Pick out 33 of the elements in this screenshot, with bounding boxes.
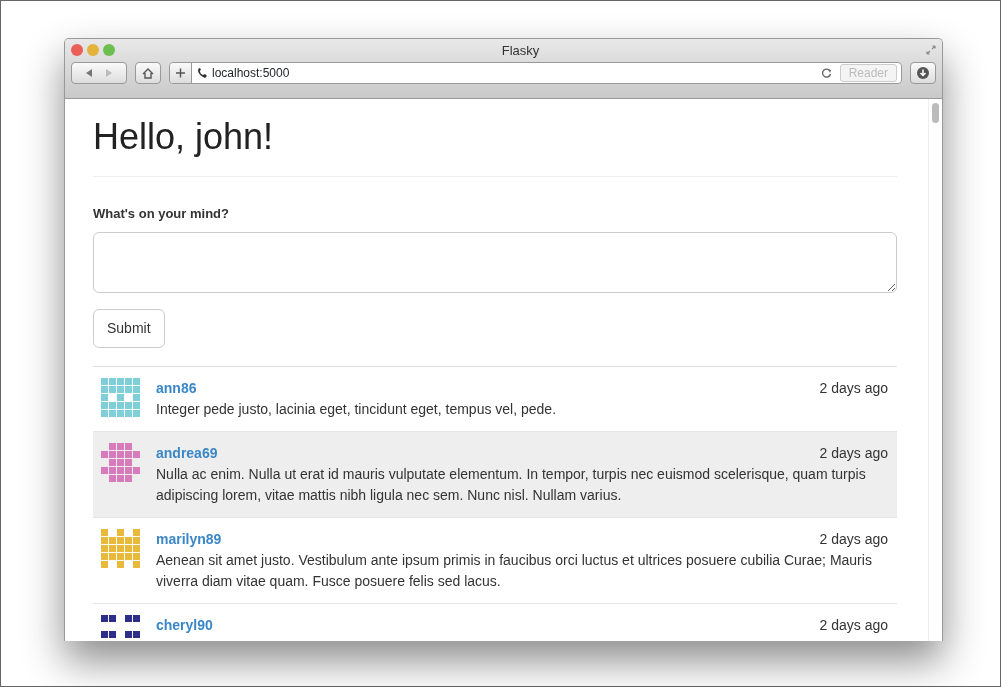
author-link[interactable]: ann86 <box>156 377 197 399</box>
back-forward-button[interactable] <box>71 62 127 84</box>
fullscreen-icon[interactable] <box>926 45 936 55</box>
post-body: Nulla ac enim. Nulla ut erat id mauris vulputate elementum. In tempor, turpis nec euismod scelerisque, quam turpis adipiscing lorem, vitae mattis nibh ligula nec sem. Nunc nisl. Nullam varius. <box>156 464 867 505</box>
post-date: 2 days ago <box>819 615 888 635</box>
close-button[interactable] <box>71 44 83 56</box>
post-date: 2 days ago <box>819 529 888 549</box>
url-text: localhost:5000 <box>212 65 290 82</box>
post-date: 2 days ago <box>819 378 888 398</box>
back-forward-arrows-icon <box>84 68 114 78</box>
address-bar[interactable]: localhost:5000 Reader <box>169 62 902 84</box>
download-icon <box>917 67 929 79</box>
page-heading: Hello, john! <box>93 111 897 178</box>
phone-icon <box>196 67 208 79</box>
downloads-button[interactable] <box>910 62 936 84</box>
author-link[interactable]: marilyn89 <box>156 528 222 550</box>
home-button[interactable] <box>135 62 161 84</box>
author-link[interactable]: andrea69 <box>156 442 218 464</box>
author-link[interactable]: cheryl90 <box>156 614 213 636</box>
scrollbar[interactable] <box>928 99 942 641</box>
reload-icon[interactable] <box>821 68 832 78</box>
add-tab-button[interactable] <box>170 63 192 83</box>
post-input-field[interactable] <box>93 231 897 293</box>
post-date: 2 days ago <box>819 443 888 463</box>
zoom-button[interactable] <box>103 44 115 56</box>
submit-button[interactable]: Submit <box>93 308 165 348</box>
minimize-button[interactable] <box>87 44 99 56</box>
plus-icon <box>176 68 185 78</box>
window-title: Flasky <box>501 43 540 58</box>
field-label: What's on your mind? <box>93 205 230 224</box>
home-icon <box>142 67 154 79</box>
post-body: Aenean sit amet justo. Vestibulum ante ipsum primis in faucibus orci luctus et ultrices posuere cubilia Curae; Mauris viverra diam vitae quam. Fusce posuere felis sed lacus. <box>156 550 873 591</box>
post-body: Integer pede justo, lacinia eget, tincidunt eget, tempus vel, pede. <box>156 399 558 419</box>
